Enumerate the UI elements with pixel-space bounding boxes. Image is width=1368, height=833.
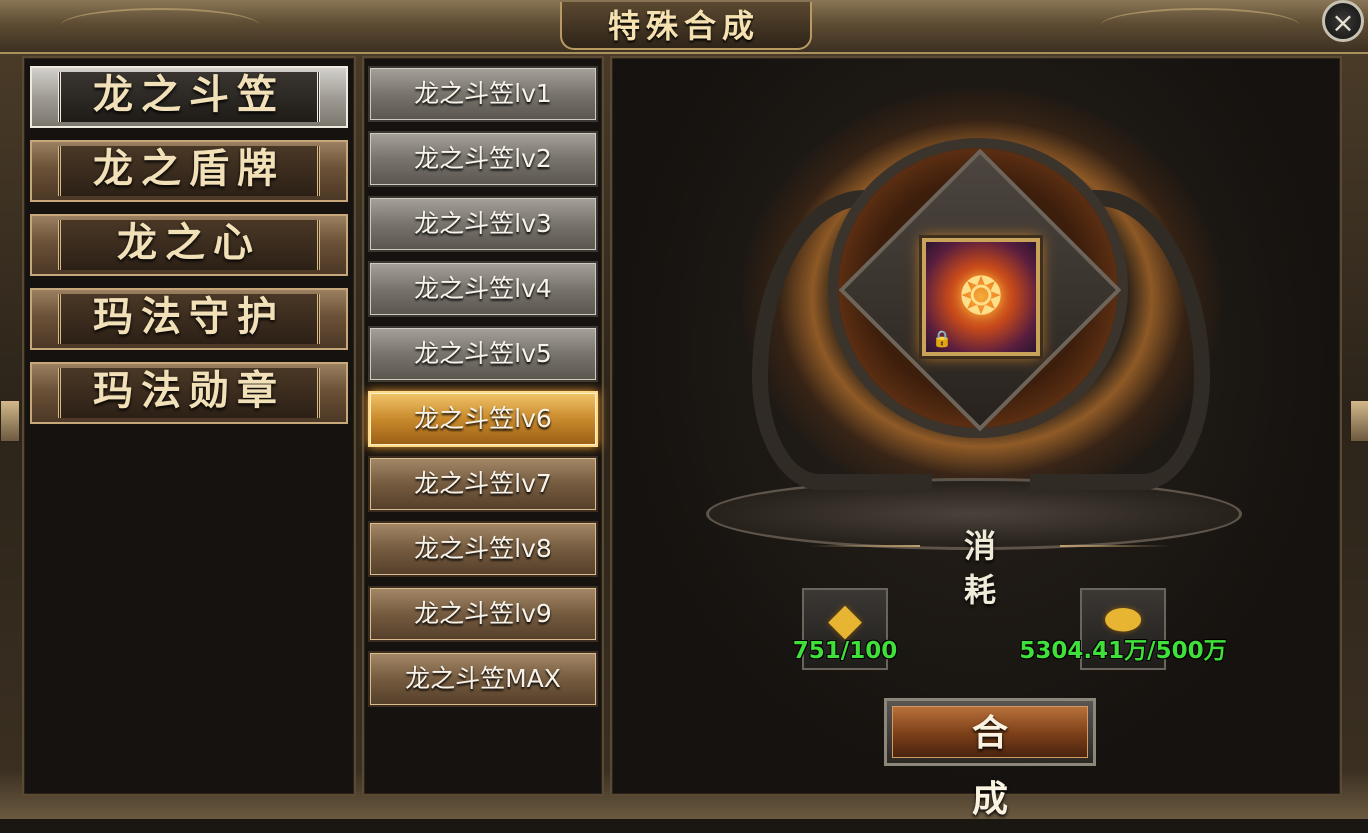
category-mafa-guard[interactable]: 玛法守护 (30, 288, 348, 350)
category-label: 玛法勋章 (93, 368, 285, 414)
synthesize-button-label: 合成 (971, 713, 1064, 820)
level-button-lv2[interactable]: 龙之斗笠lv2 (368, 131, 598, 187)
level-button-lv1[interactable]: 龙之斗笠lv1 (368, 66, 598, 122)
category-dragon-heart[interactable]: 龙之心 (30, 214, 348, 276)
category-label: 龙之盾牌 (93, 146, 285, 192)
level-button-lv5[interactable]: 龙之斗笠lv5 (368, 326, 598, 382)
level-button-lv7[interactable]: 龙之斗笠lv7 (368, 456, 598, 512)
page-title: 特殊合成 (607, 7, 760, 45)
level-button-lv9[interactable]: 龙之斗笠lv9 (368, 586, 598, 642)
left-side-gem (0, 400, 20, 442)
category-label: 玛法守护 (93, 294, 285, 340)
level-button-max[interactable]: 龙之斗笠MAX (368, 651, 598, 707)
title-bar: 特殊合成 × (0, 0, 1368, 54)
category-label: 龙之斗笠 (93, 72, 285, 118)
level-button-lv4[interactable]: 龙之斗笠lv4 (368, 261, 598, 317)
close-icon: × (1331, 6, 1355, 39)
synthesize-button[interactable]: 合成 (884, 698, 1096, 820)
level-button-lv3[interactable]: 龙之斗笠lv3 (368, 196, 598, 252)
material-amount: 751/100 (792, 638, 898, 664)
level-button-lv8[interactable]: 龙之斗笠lv8 (368, 521, 598, 577)
target-item-slot[interactable]: ❂ 🔒 (922, 238, 1040, 356)
category-dragon-hat[interactable]: 龙之斗笠 (30, 66, 348, 128)
category-mafa-medal[interactable]: 玛法勋章 (30, 362, 348, 424)
lock-icon: 🔒 (932, 329, 952, 348)
category-dragon-shield[interactable]: 龙之盾牌 (30, 140, 348, 202)
category-label: 龙之心 (117, 220, 261, 266)
right-title-ornament (1100, 8, 1300, 44)
level-button-lv6[interactable]: 龙之斗笠lv6 (368, 391, 598, 447)
left-title-ornament (60, 8, 260, 44)
close-button[interactable]: × (1322, 0, 1364, 42)
right-side-gem (1350, 400, 1368, 442)
consume-label: 消耗 (963, 527, 1052, 609)
material-amount: 5304.41万/500万 (1019, 638, 1227, 664)
